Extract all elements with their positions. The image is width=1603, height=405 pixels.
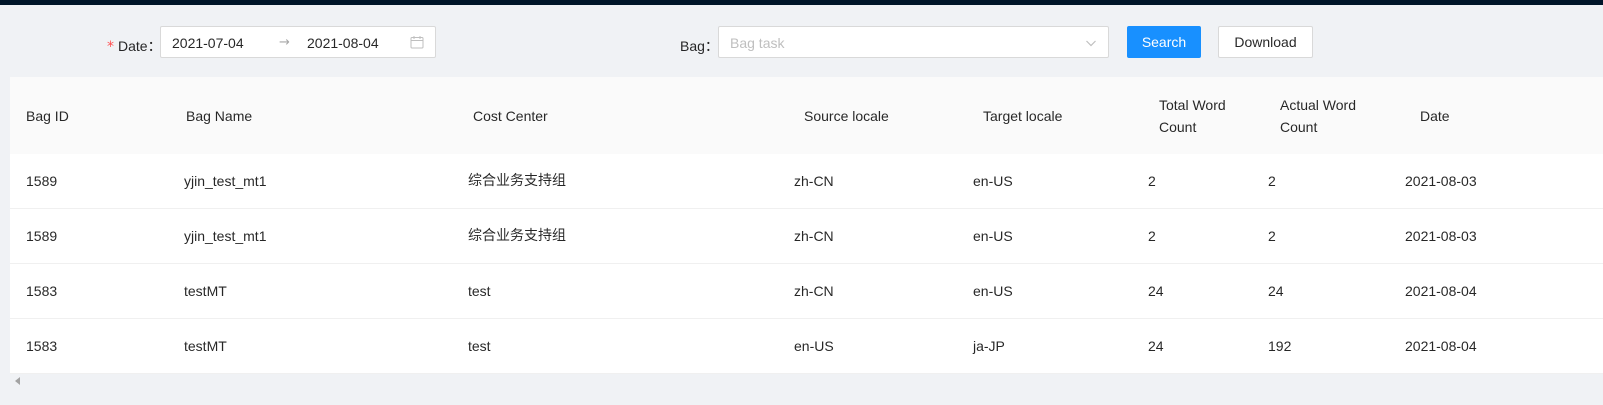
scroll-left-arrow-icon[interactable] (15, 377, 20, 385)
cell-date: 2021-08-04 (1405, 338, 1477, 354)
cell-date: 2021-08-04 (1405, 283, 1477, 299)
bag-label: Bag： (680, 38, 719, 54)
required-mark: * (107, 39, 114, 55)
table-row: 1589 yjin_test_mt1 综合业务支持组 zh-CN en-US 2… (10, 154, 1603, 209)
cell-bag-name: testMT (184, 338, 227, 354)
cell-total-word-count: 24 (1148, 338, 1164, 354)
cell-bag-name: yjin_test_mt1 (184, 228, 267, 244)
cell-source-locale: zh-CN (794, 228, 834, 244)
cell-date: 2021-08-03 (1405, 228, 1477, 244)
search-button[interactable]: Search (1127, 26, 1201, 58)
chevron-down-icon[interactable] (1085, 37, 1097, 49)
column-header-cost-center: Cost Center (473, 107, 548, 124)
column-header-bag-id: Bag ID (26, 107, 69, 124)
table-row: 1583 testMT test en-US ja-JP 24 192 2021… (10, 319, 1603, 374)
cell-target-locale: en-US (973, 228, 1013, 244)
cell-total-word-count: 24 (1148, 283, 1164, 299)
cell-target-locale: en-US (973, 283, 1013, 299)
cell-bag-name: yjin_test_mt1 (184, 173, 267, 189)
cell-cost-center: 综合业务支持组 (468, 228, 566, 244)
table-row: 1583 testMT test zh-CN en-US 24 24 2021-… (10, 264, 1603, 319)
column-header-actual-word-count: Actual Word Count (1280, 96, 1356, 135)
cell-cost-center: 综合业务支持组 (468, 173, 566, 189)
date-label-text: Date： (118, 38, 162, 54)
table-row: 1589 yjin_test_mt1 综合业务支持组 zh-CN en-US 2… (10, 209, 1603, 264)
cell-actual-word-count: 192 (1268, 338, 1292, 354)
table-header: Bag ID Bag Name Cost Center Source local… (10, 77, 1603, 155)
report-table: Bag ID Bag Name Cost Center Source local… (10, 77, 1603, 374)
column-header-total-word-count: Total Word Count (1159, 96, 1226, 135)
cell-target-locale: en-US (973, 173, 1013, 189)
bag-select[interactable]: Bag task (718, 26, 1109, 58)
cell-source-locale: zh-CN (794, 173, 834, 189)
bag-select-placeholder: Bag task (730, 35, 785, 51)
date-label: * Date： (107, 36, 162, 57)
date-start-input[interactable]: 2021-07-04 (172, 33, 244, 53)
cell-actual-word-count: 2 (1268, 173, 1276, 189)
horizontal-scrollbar[interactable] (10, 374, 1603, 388)
cell-source-locale: en-US (794, 338, 834, 354)
date-end-input[interactable]: 2021-08-04 (307, 33, 379, 53)
cell-actual-word-count: 2 (1268, 228, 1276, 244)
cell-bag-id: 1583 (26, 338, 58, 354)
cell-actual-word-count: 24 (1268, 283, 1284, 299)
column-header-source-locale: Source locale (804, 107, 889, 124)
date-range-picker[interactable]: 2021-07-04 → 2021-08-04 (160, 26, 436, 58)
cell-target-locale: ja-JP (973, 338, 1005, 354)
cell-total-word-count: 2 (1148, 228, 1156, 244)
column-header-date: Date (1420, 107, 1450, 124)
cell-date: 2021-08-03 (1405, 173, 1477, 189)
cell-bag-name: testMT (184, 283, 227, 299)
cell-cost-center: test (468, 338, 491, 354)
cell-cost-center: test (468, 283, 491, 299)
cell-bag-id: 1589 (26, 228, 58, 244)
cell-bag-id: 1589 (26, 173, 58, 189)
calendar-icon[interactable] (410, 35, 424, 49)
column-header-bag-name: Bag Name (186, 107, 253, 124)
cell-source-locale: zh-CN (794, 283, 834, 299)
cell-total-word-count: 2 (1148, 173, 1156, 189)
range-arrow-icon: → (279, 35, 290, 50)
download-button[interactable]: Download (1218, 26, 1313, 58)
column-header-target-locale: Target locale (983, 107, 1063, 124)
filter-bar: * Date： 2021-07-04 → 2021-08-04 Bag： Bag … (0, 5, 1603, 75)
cell-bag-id: 1583 (26, 283, 58, 299)
